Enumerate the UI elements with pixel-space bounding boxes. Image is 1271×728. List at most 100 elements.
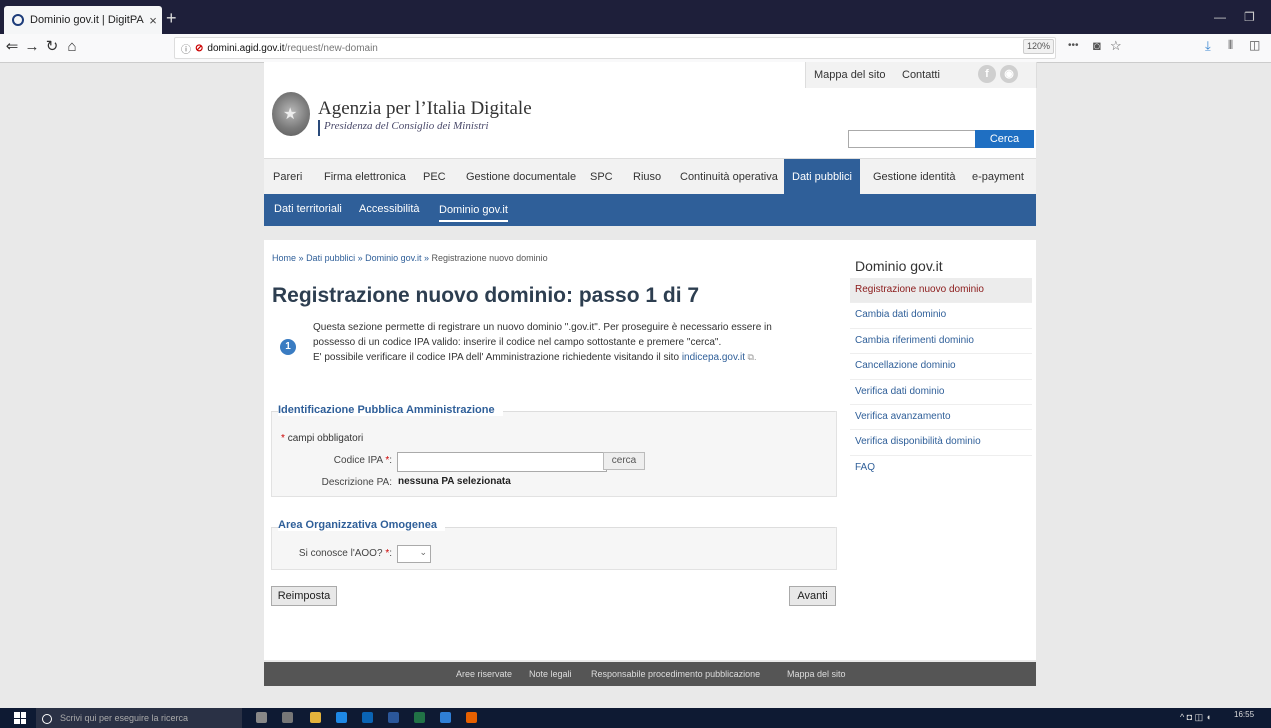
chevron-down-icon: ⌄	[419, 547, 427, 557]
info-icon[interactable]: ⓘ	[181, 41, 191, 56]
intro-line-3: E' possibile verificare il codice IPA de…	[313, 352, 757, 363]
agency-subtitle: Presidenza del Consiglio dei Ministri	[324, 120, 489, 132]
main-nav-pec[interactable]: PEC	[423, 159, 446, 195]
taskbar-clock[interactable]: 16:55	[1234, 710, 1254, 719]
breadcrumb-current: Registrazione nuovo dominio	[431, 253, 548, 263]
system-tray-icons[interactable]: ^ ◘ ◫ ◖	[1180, 712, 1211, 723]
next-button[interactable]: Avanti	[789, 586, 836, 606]
sidebar-item-cambia-dati[interactable]: Cambia dati dominio	[850, 303, 1032, 329]
sidebar-item-cambia-riferimenti[interactable]: Cambia riferimenti dominio	[850, 329, 1032, 355]
bookmark-star-icon[interactable]: ☆	[1110, 38, 1122, 54]
excel-icon[interactable]	[414, 712, 425, 723]
indicepa-link[interactable]: indicepa.gov.it	[682, 352, 745, 363]
rss-icon[interactable]: ◉	[1000, 65, 1018, 83]
file-explorer-icon[interactable]	[310, 712, 321, 723]
sidebar-title: Dominio gov.it	[855, 258, 943, 274]
main-nav-pareri[interactable]: Pareri	[273, 159, 302, 195]
page-actions-icon[interactable]: •••	[1068, 40, 1079, 51]
republic-emblem-logo[interactable]: ★	[272, 92, 310, 136]
breadcrumb: Home » Dati pubblici » Dominio gov.it » …	[272, 253, 548, 263]
sidebar-item-verifica-disponibilita[interactable]: Verifica disponibilità dominio	[850, 430, 1032, 456]
forward-icon[interactable]: →	[22, 37, 42, 57]
store-icon[interactable]	[336, 712, 347, 723]
codice-ipa-input[interactable]	[397, 452, 607, 472]
restore-icon[interactable]: ❐	[1244, 10, 1255, 24]
edge-icon[interactable]	[440, 712, 451, 723]
sub-nav-dominio-gov[interactable]: Dominio gov.it	[439, 198, 508, 222]
site-footer: Aree riservate Note legali Responsabile …	[264, 662, 1036, 686]
outlook-icon[interactable]	[362, 712, 373, 723]
facebook-icon[interactable]: f	[978, 65, 996, 83]
main-nav-e-payment[interactable]: e-payment	[972, 159, 1024, 195]
main-nav-gestione-documentale[interactable]: Gestione documentale	[466, 159, 576, 195]
sidebar-toggle-icon[interactable]: ◫	[1249, 38, 1260, 52]
task-view-icon[interactable]	[282, 712, 293, 723]
browser-tab[interactable]: Dominio gov.it | DigitPA ×	[4, 6, 162, 34]
breadcrumb-home[interactable]: Home	[272, 253, 296, 263]
sub-nav: Dati territoriali Accessibilità Dominio …	[264, 194, 1036, 226]
reload-icon[interactable]: ↻	[42, 37, 62, 57]
main-nav-riuso[interactable]: Riuso	[633, 159, 661, 195]
breadcrumb-dati-pubblici[interactable]: Dati pubblici	[306, 253, 355, 263]
sub-nav-accessibilita[interactable]: Accessibilità	[359, 194, 420, 226]
breadcrumb-sep: »	[424, 253, 430, 263]
pocket-icon[interactable]: ◙	[1093, 38, 1101, 53]
sidebar-menu: Registrazione nuovo dominio Cambia dati …	[850, 278, 1032, 480]
page-title: Registrazione nuovo dominio: passo 1 di …	[272, 284, 700, 307]
footer-link-aree-riservate[interactable]: Aree riservate	[456, 669, 512, 679]
sidebar-item-registrazione[interactable]: Registrazione nuovo dominio	[850, 278, 1032, 304]
required-note: * campi obbligatori	[281, 433, 364, 444]
breadcrumb-sep: »	[298, 253, 304, 263]
minimize-icon[interactable]: —	[1214, 10, 1226, 24]
close-tab-icon[interactable]: ×	[144, 13, 162, 28]
site-search-button[interactable]: Cerca	[975, 130, 1034, 148]
windows-start-icon[interactable]	[14, 712, 26, 724]
intro-line-1: Questa sezione permette di registrare un…	[313, 322, 772, 333]
breadcrumb-dominio-gov[interactable]: Dominio gov.it	[365, 253, 421, 263]
aoo-select[interactable]: ⌄	[397, 545, 431, 563]
agency-name[interactable]: Agenzia per l’Italia Digitale	[318, 98, 532, 120]
url-domain: domini.agid.gov.it	[207, 42, 285, 54]
reset-button[interactable]: Reimposta	[271, 586, 337, 606]
url-bar[interactable]: ⓘ ⊘ domini.agid.gov.it/request/new-domai…	[174, 37, 1056, 59]
main-nav-dati-pubblici[interactable]: Dati pubblici	[784, 159, 860, 195]
downloads-icon[interactable]: ⤓	[1205, 38, 1211, 54]
library-icon[interactable]: ⫴	[1228, 38, 1233, 53]
browser-tab-bar: Dominio gov.it | DigitPA × + — ❐	[0, 0, 1271, 34]
insecure-lock-icon[interactable]: ⊘	[195, 43, 203, 54]
firefox-icon[interactable]	[466, 712, 477, 723]
step-info-icon: 1	[280, 339, 296, 355]
new-tab-button[interactable]: +	[166, 6, 177, 30]
back-icon[interactable]: ⇐	[2, 37, 22, 57]
main-nav-gestione-identita[interactable]: Gestione identità	[873, 159, 956, 195]
sidebar-item-faq[interactable]: FAQ	[850, 456, 1032, 480]
site-search-input[interactable]	[848, 130, 976, 148]
home-icon[interactable]: ⌂	[62, 37, 82, 57]
sidebar-item-verifica-avanzamento[interactable]: Verifica avanzamento	[850, 405, 1032, 431]
top-link-sitemap[interactable]: Mappa del sito	[814, 69, 886, 81]
footer-link-mappa[interactable]: Mappa del sito	[787, 669, 846, 679]
main-nav-firma[interactable]: Firma elettronica	[324, 159, 406, 195]
site-favicon-icon	[12, 14, 24, 26]
sidebar-item-verifica-dati[interactable]: Verifica dati dominio	[850, 380, 1032, 405]
word-icon[interactable]	[388, 712, 399, 723]
main-nav-continuita[interactable]: Continuità operativa	[680, 159, 778, 195]
sidebar-item-cancellazione[interactable]: Cancellazione dominio	[850, 354, 1032, 380]
zoom-level[interactable]: 120%	[1023, 39, 1055, 54]
main-nav-spc[interactable]: SPC	[590, 159, 613, 195]
cerca-ipa-button[interactable]: cerca	[603, 452, 645, 470]
top-links-bar: Mappa del sito Contatti f ◉	[805, 62, 1037, 88]
taskbar-search[interactable]: Scrivi qui per eseguire la ricerca	[36, 708, 242, 728]
footer-link-responsabile[interactable]: Responsabile procedimento pubblicazione	[591, 669, 760, 679]
aoo-label: Si conosce l'AOO? *:	[298, 548, 392, 559]
codice-ipa-label: Codice IPA *:	[333, 455, 392, 466]
footer-link-note-legali[interactable]: Note legali	[529, 669, 572, 679]
intro-text: Questa sezione permette di registrare un…	[313, 321, 772, 366]
fieldset-legend-aoo: Area Organizzativa Omogenea	[278, 519, 445, 531]
agency-divider	[318, 120, 320, 136]
mic-icon[interactable]	[256, 712, 267, 723]
fieldset-legend-identificazione: Identificazione Pubblica Amministrazione	[278, 404, 503, 416]
sub-nav-dati-territoriali[interactable]: Dati territoriali	[274, 194, 342, 226]
cortana-icon	[42, 713, 52, 724]
top-link-contacts[interactable]: Contatti	[902, 69, 940, 81]
